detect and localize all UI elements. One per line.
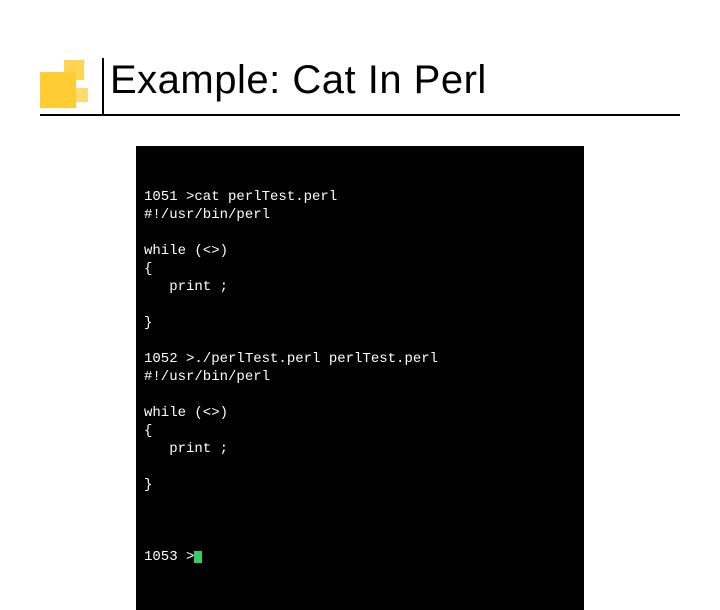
- title-rule-horizontal: [40, 114, 680, 116]
- terminal-line: [144, 296, 576, 314]
- terminal-line: {: [144, 260, 576, 278]
- slide-title: Example: Cat In Perl: [110, 58, 487, 103]
- decor-square: [74, 88, 88, 102]
- terminal-cursor-icon: [194, 551, 202, 563]
- terminal-line: while (<>): [144, 242, 576, 260]
- terminal-line: [144, 332, 576, 350]
- terminal-line: while (<>): [144, 404, 576, 422]
- terminal-window: 1051 >cat perlTest.perl#!/usr/bin/perl w…: [136, 146, 584, 610]
- terminal-line: print ;: [144, 278, 576, 296]
- terminal-line: #!/usr/bin/perl: [144, 206, 576, 224]
- decor-square: [64, 60, 84, 80]
- decor-square: [40, 72, 76, 108]
- terminal-line: }: [144, 314, 576, 332]
- title-rule-vertical: [102, 58, 104, 114]
- terminal-prompt: 1053 >: [144, 548, 194, 566]
- terminal-line: }: [144, 476, 576, 494]
- slide: Example: Cat In Perl 1051 >cat perlTest.…: [0, 0, 720, 540]
- terminal-line: [144, 458, 576, 476]
- terminal-line: [144, 386, 576, 404]
- terminal-line: 1052 >./perlTest.perl perlTest.perl: [144, 350, 576, 368]
- terminal-line: {: [144, 422, 576, 440]
- title-bullet-decor: [40, 60, 88, 108]
- terminal-line: #!/usr/bin/perl: [144, 368, 576, 386]
- terminal-line: 1051 >cat perlTest.perl: [144, 188, 576, 206]
- terminal-line: [144, 494, 576, 512]
- terminal-line: [144, 224, 576, 242]
- terminal-output: 1051 >cat perlTest.perl#!/usr/bin/perl w…: [144, 188, 576, 512]
- terminal-prompt-line: 1053 >: [144, 548, 576, 566]
- terminal-line: print ;: [144, 440, 576, 458]
